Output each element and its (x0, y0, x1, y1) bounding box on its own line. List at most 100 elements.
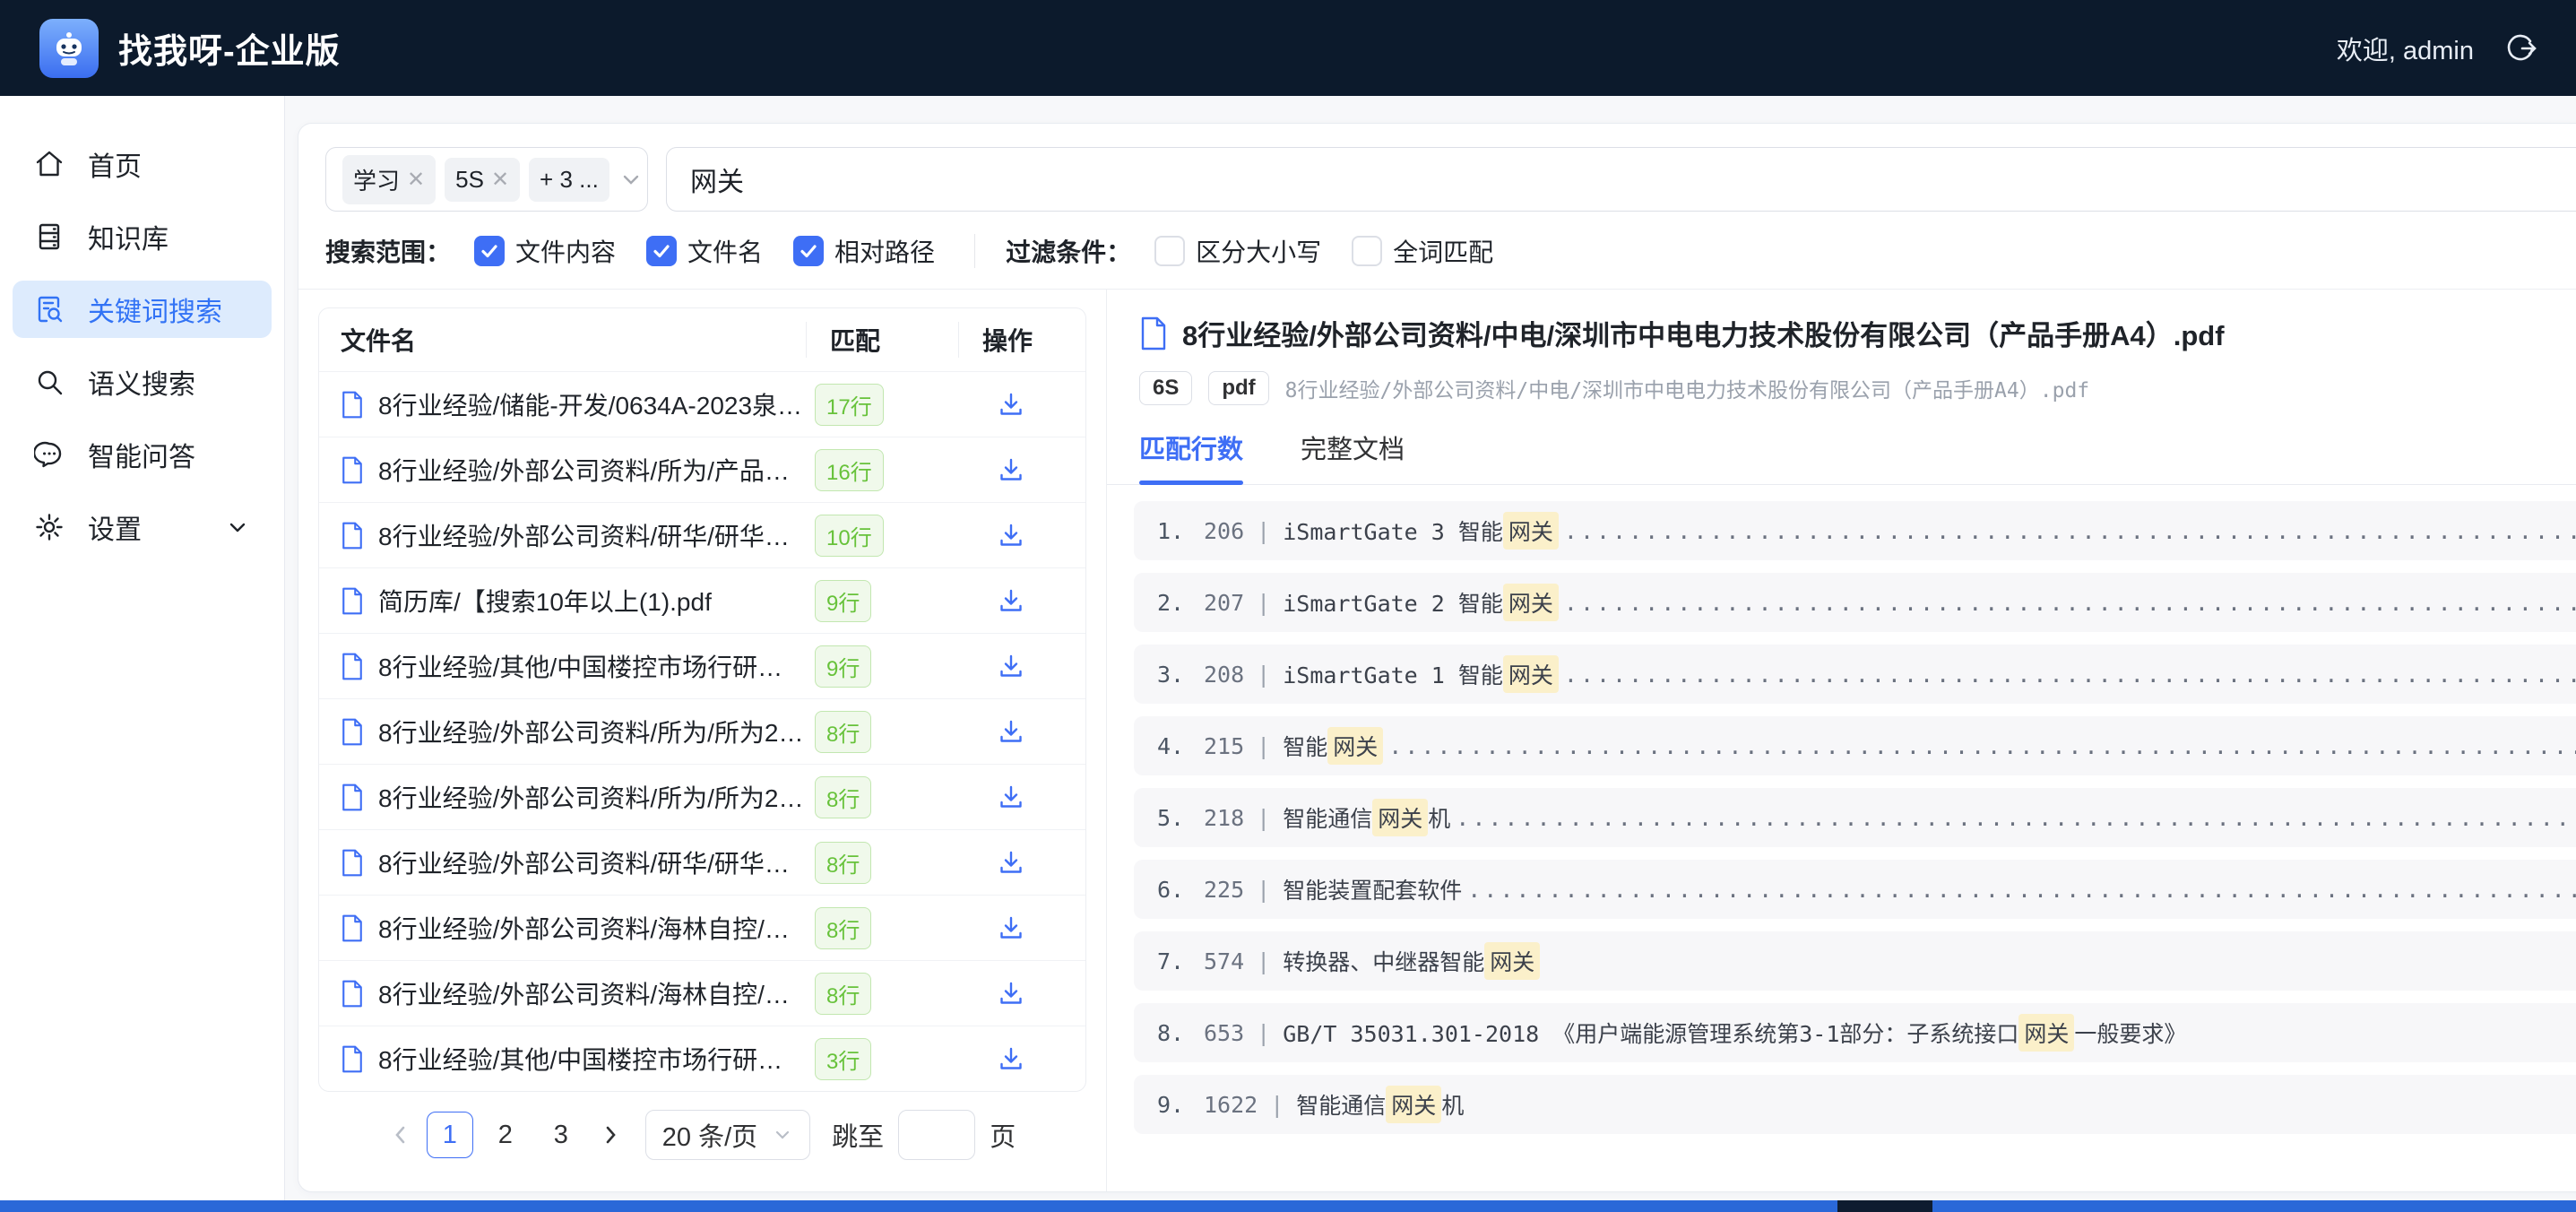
line-number: 207 (1204, 590, 1244, 616)
tab-1[interactable]: 完整文档 (1301, 429, 1405, 484)
logout-icon[interactable] (2504, 32, 2537, 65)
highlighted-term: 网关 (1386, 1086, 1441, 1123)
checkbox-icon[interactable] (474, 236, 505, 266)
filter-checkbox-1[interactable]: 全词匹配 (1352, 233, 1493, 269)
match-line[interactable]: 1. 206 | iSmartGate 3 智能 网关.............… (1134, 501, 2576, 560)
file-name[interactable]: 8行业经验/外部公司资料/所为/所为2024新... (378, 714, 806, 749)
content-card: 学习 ✕ 5S ✕ + 3 ... (298, 123, 2576, 1192)
match-line[interactable]: 8. 653 | GB/T 35031.301-2018 《用户端能源管理系统第… (1134, 1003, 2576, 1062)
file-name[interactable]: 简历库/【搜索10年以上(1).pdf (378, 583, 712, 619)
scrollbar-thumb[interactable] (1837, 1200, 1932, 1212)
match-line[interactable]: 4. 215 | 智能 网关..........................… (1134, 716, 2576, 775)
scope-checkbox-1[interactable]: 文件名 (646, 233, 763, 269)
scope-checkbox-0[interactable]: 文件内容 (474, 233, 616, 269)
separator: | (1257, 733, 1270, 759)
sidebar: 首页 知识库 关键词搜索 语义搜索 智能问答 设置 (0, 96, 285, 1212)
download-button[interactable] (958, 1045, 1064, 1072)
sidebar-item-4[interactable]: 智能问答 (13, 426, 272, 483)
table-row[interactable]: 8行业经验/储能-开发/0634A-2023泉州市燃... 17行 (319, 371, 1085, 437)
table-row[interactable]: 8行业经验/外部公司资料/研华/研华公司简介... 8行 (319, 829, 1085, 895)
download-button[interactable] (958, 456, 1064, 483)
search-input[interactable] (690, 164, 2576, 195)
download-button[interactable] (958, 914, 1064, 941)
sidebar-item-1[interactable]: 知识库 (13, 208, 272, 265)
download-button[interactable] (958, 653, 1064, 680)
match-line[interactable]: 5. 218 | 智能通信 网关 机......................… (1134, 788, 2576, 847)
scope-checkbox-2[interactable]: 相对路径 (793, 233, 935, 269)
app-logo-robot-icon (39, 19, 99, 78)
page-number-1[interactable]: 1 (427, 1112, 473, 1158)
knowledge-base-icon (34, 221, 65, 252)
table-row[interactable]: 8行业经验/外部公司资料/所为/所为2024新... 8行 (319, 764, 1085, 829)
prev-page-button[interactable] (389, 1123, 412, 1147)
match-index: 6. (1157, 877, 1204, 903)
page-size-select[interactable]: 20 条/页 (645, 1110, 810, 1160)
file-name[interactable]: 8行业经验/外部公司资料/所为/所为2024新... (378, 779, 806, 815)
scope-label: 搜索范围： (325, 233, 451, 269)
chevron-down-icon (225, 515, 250, 540)
match-line[interactable]: 7. 574 | 转换器、中继器智能 网关 (1134, 931, 2576, 991)
checkbox-icon[interactable] (1352, 236, 1382, 266)
remove-tag-icon[interactable]: ✕ (407, 167, 425, 193)
home-icon (34, 149, 65, 179)
match-line[interactable]: 6. 225 | 智能装置配套软件.......................… (1134, 860, 2576, 919)
file-icon (1139, 316, 1168, 351)
file-name[interactable]: 8行业经验/其他/中国楼控市场行研报告.pdf (378, 648, 806, 684)
file-name[interactable]: 8行业经验/外部公司资料/研华/研华公司简介... (378, 517, 806, 553)
filter-checkbox-0[interactable]: 区分大小写 (1154, 233, 1321, 269)
table-row[interactable]: 8行业经验/外部公司资料/海林自控/海林-EB... 8行 (319, 960, 1085, 1026)
checkbox-icon[interactable] (793, 236, 824, 266)
sidebar-item-3[interactable]: 语义搜索 (13, 353, 272, 411)
chevron-down-icon[interactable] (618, 167, 644, 192)
table-row[interactable]: 8行业经验/外部公司资料/海林自控/海林-EB... 8行 (319, 895, 1085, 960)
highlighted-term: 网关 (1503, 512, 1559, 550)
download-button[interactable] (958, 391, 1064, 418)
table-row[interactable]: 8行业经验/外部公司资料/所为/产品手册v5.5.... 16行 (319, 437, 1085, 502)
file-name[interactable]: 8行业经验/外部公司资料/海林自控/海林-EB... (378, 975, 806, 1011)
download-button[interactable] (958, 980, 1064, 1007)
match-index: 2. (1157, 590, 1204, 616)
file-icon (341, 391, 364, 419)
line-text: GB/T 35031.301-2018 《用户端能源管理系统第3-1部分：子系统… (1283, 1017, 2018, 1049)
download-button[interactable] (958, 587, 1064, 614)
keyword-tag-selector[interactable]: 学习 ✕ 5S ✕ + 3 ... (325, 147, 648, 212)
download-button[interactable] (958, 718, 1064, 745)
download-button[interactable] (958, 849, 1064, 876)
table-row[interactable]: 简历库/【搜索10年以上(1).pdf 9行 (319, 567, 1085, 633)
file-icon (341, 522, 364, 550)
table-row[interactable]: 8行业经验/其他/中国楼控市场行研报告.pdf 9行 (319, 633, 1085, 698)
more-tags-badge[interactable]: + 3 ... (529, 158, 609, 202)
line-text: 转换器、中继器智能 (1283, 945, 1484, 977)
match-line[interactable]: 9. 1622 | 智能通信 网关 机 (1134, 1075, 2576, 1134)
line-text: iSmartGate 2 智能 (1283, 586, 1503, 619)
next-page-button[interactable] (599, 1123, 622, 1147)
sidebar-item-0[interactable]: 首页 (13, 135, 272, 193)
search-row: 学习 ✕ 5S ✕ + 3 ... (298, 124, 2576, 221)
sidebar-item-5[interactable]: 设置 (13, 498, 272, 556)
table-row[interactable]: 8行业经验/其他/中国楼控市场行研报告.pdf 3行 (319, 1026, 1085, 1091)
column-filename: 文件名 (341, 322, 806, 358)
remove-tag-icon[interactable]: ✕ (491, 167, 509, 193)
download-button[interactable] (958, 783, 1064, 810)
match-index: 8. (1157, 1020, 1204, 1046)
file-name[interactable]: 8行业经验/外部公司资料/研华/研华公司简介... (378, 844, 806, 880)
checkbox-icon[interactable] (646, 236, 677, 266)
table-row[interactable]: 8行业经验/外部公司资料/所为/所为2024新... 8行 (319, 698, 1085, 764)
tab-0[interactable]: 匹配行数 (1139, 429, 1243, 484)
table-row[interactable]: 8行业经验/外部公司资料/研华/研华公司简介... 10行 (319, 502, 1085, 567)
sidebar-item-2[interactable]: 关键词搜索 (13, 281, 272, 338)
match-count-badge: 9行 (815, 645, 871, 688)
highlighted-term: 网关 (1327, 727, 1383, 765)
page-number-2[interactable]: 2 (482, 1112, 529, 1158)
page-number-3[interactable]: 3 (538, 1112, 584, 1158)
checkbox-icon[interactable] (1154, 236, 1185, 266)
file-name[interactable]: 8行业经验/外部公司资料/海林自控/海林-EB... (378, 910, 806, 946)
match-line[interactable]: 2. 207 | iSmartGate 2 智能 网关.............… (1134, 573, 2576, 632)
file-name[interactable]: 8行业经验/储能-开发/0634A-2023泉州市燃... (378, 386, 806, 422)
download-button[interactable] (958, 522, 1064, 549)
jump-page-input[interactable] (898, 1110, 975, 1160)
file-name[interactable]: 8行业经验/外部公司资料/所为/产品手册v5.5.... (378, 452, 806, 488)
file-name[interactable]: 8行业经验/其他/中国楼控市场行研报告.pdf (378, 1041, 806, 1077)
match-line[interactable]: 3. 208 | iSmartGate 1 智能 网关.............… (1134, 645, 2576, 704)
horizontal-scrollbar[interactable] (0, 1200, 2576, 1212)
